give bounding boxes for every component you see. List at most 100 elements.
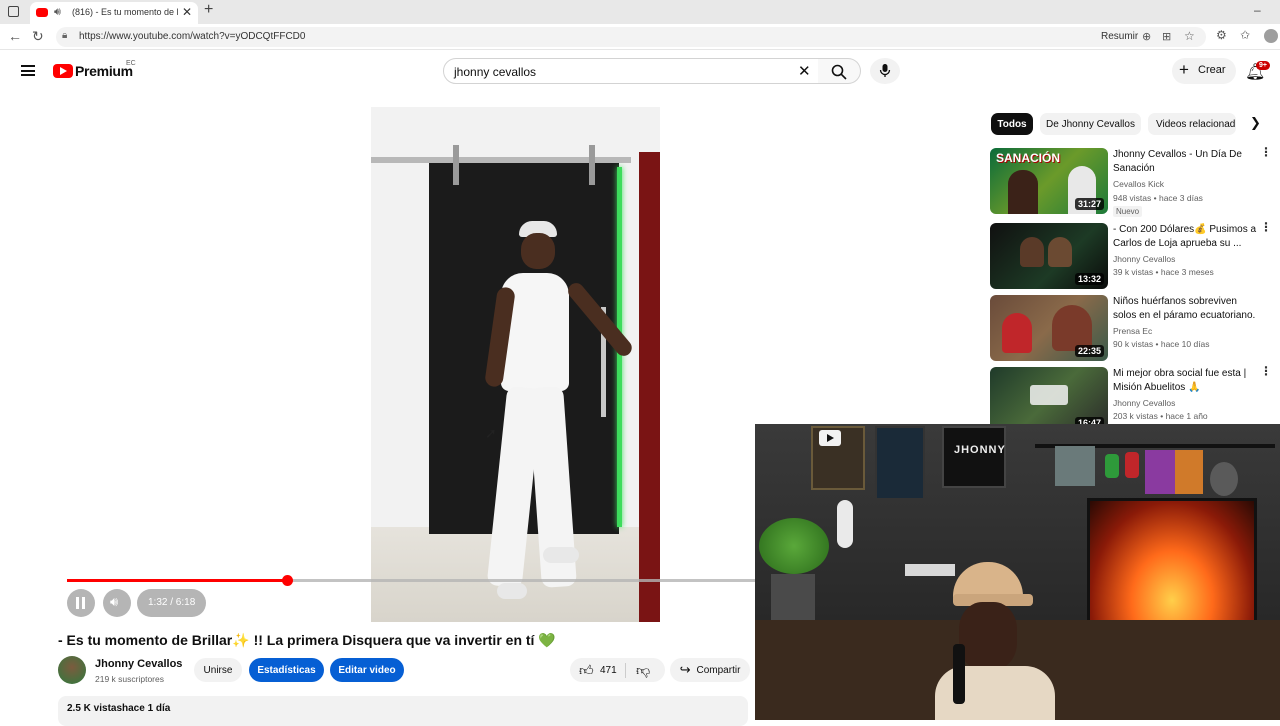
notification-count-badge: 9+ xyxy=(1256,61,1270,70)
hamburger-menu-icon[interactable] xyxy=(21,65,35,76)
apps-icon[interactable]: ⊞ xyxy=(1162,30,1171,43)
region-code: EC xyxy=(126,60,136,67)
video-thumbnail[interactable]: 22:35 xyxy=(990,295,1108,361)
recommendation-channel[interactable]: Jhonny Cevallos xyxy=(1113,254,1175,264)
description-box[interactable]: 2.5 K vistas hace 1 día xyxy=(58,696,748,726)
recommendation-meta: 90 k vistas • hace 10 días xyxy=(1113,339,1210,349)
thumbnail-title: SANACIÓN xyxy=(996,151,1061,165)
video-duration: 13:32 xyxy=(1074,273,1104,285)
recommendation-item[interactable]: 22:35 Niños huérfanos sobreviven solos e… xyxy=(990,295,1280,363)
recommendation-item[interactable]: 13:32 - Con 200 Dólares💰 Pusimos a Carlo… xyxy=(990,221,1280,291)
video-thumbnail[interactable]: SANACIÓN 31:27 xyxy=(990,148,1108,214)
create-button[interactable]: + Crear xyxy=(1172,58,1236,84)
recommendation-channel[interactable]: Prensa Ec xyxy=(1113,326,1152,336)
recommendation-title[interactable]: - Con 200 Dólares💰 Pusimos a Carlos de L… xyxy=(1113,223,1263,251)
video-thumbnail[interactable]: 13:32 xyxy=(990,223,1108,289)
recommendation-title[interactable]: Mi mejor obra social fue esta | Misión A… xyxy=(1113,367,1263,395)
channel-avatar[interactable] xyxy=(58,656,86,684)
progress-fill xyxy=(67,579,287,582)
name-sign: JHONNY xyxy=(942,426,1006,488)
chip-related[interactable]: Videos relacionad xyxy=(1148,113,1236,135)
new-tab-icon[interactable]: + xyxy=(204,1,213,19)
streamer-figure xyxy=(935,562,1055,720)
url-field[interactable]: 🔒︎ https://www.youtube.com/watch?v=yODCQ… xyxy=(56,27,1206,47)
browser-tab[interactable]: 🔊︎ (816) - Es tu momento de Br ✕ xyxy=(30,2,198,24)
tab-close-icon[interactable]: ✕ xyxy=(182,5,192,19)
wall-frame xyxy=(875,426,925,500)
recommendation-title[interactable]: Niños huérfanos sobreviven solos en el p… xyxy=(1113,295,1263,323)
plus-icon: + xyxy=(1179,60,1189,79)
more-options-icon[interactable]: ⋮ xyxy=(1260,146,1272,158)
translate-icon[interactable]: ⊕ xyxy=(1142,30,1151,43)
video-title: - Es tu momento de Brillar✨ !! La primer… xyxy=(58,632,556,648)
like-count[interactable]: 471 xyxy=(600,665,617,676)
time-display: 1:32 / 6:18 xyxy=(137,589,206,617)
share-button[interactable]: ↪ Compartir xyxy=(670,658,750,682)
profile-avatar[interactable] xyxy=(1264,29,1278,43)
volume-button[interactable]: 🔊︎ xyxy=(103,589,131,617)
browser-tab-bar: 🔊︎ (816) - Es tu momento de Br ✕ + – xyxy=(0,0,1280,24)
join-button[interactable]: Unirse xyxy=(194,658,242,682)
more-options-icon[interactable]: ⋮ xyxy=(1260,221,1272,233)
speaker-icon[interactable]: 🔊︎ xyxy=(54,6,61,19)
person-figure xyxy=(435,215,635,622)
video-duration: 22:35 xyxy=(1074,345,1104,357)
favorite-star-icon[interactable]: ☆ xyxy=(1184,29,1195,43)
back-icon[interactable]: ← xyxy=(8,28,22,44)
fireplace-screen xyxy=(1087,498,1257,628)
favorites-icon[interactable]: ✩ xyxy=(1240,28,1250,42)
microphone-icon xyxy=(879,64,891,77)
mouse-cursor-icon: ➚ xyxy=(485,425,497,441)
share-icon: ↪ xyxy=(679,662,691,677)
create-label: Crear xyxy=(1198,64,1226,76)
summarize-button[interactable]: Resumir xyxy=(1101,31,1138,42)
recommendation-title[interactable]: Jhonny Cevallos - Un Día De Sanación xyxy=(1113,148,1263,176)
reload-icon[interactable]: ↻ xyxy=(32,28,44,45)
search-query: jhonny cevallos xyxy=(454,65,537,79)
webcam-overlay: JHONNY xyxy=(755,424,1280,720)
extensions-icon[interactable]: ⚙ xyxy=(1216,28,1227,42)
youtube-logo-icon[interactable] xyxy=(53,64,73,78)
lock-icon: 🔒︎ xyxy=(62,30,68,41)
premium-logo-text[interactable]: Premium xyxy=(75,63,133,79)
recommendation-channel[interactable]: Cevallos Kick xyxy=(1113,179,1164,189)
search-icon xyxy=(831,64,847,80)
upload-date: hace 1 día xyxy=(122,703,171,714)
search-button[interactable] xyxy=(818,58,861,84)
pause-button[interactable] xyxy=(67,589,95,617)
channel-name[interactable]: Jhonny Cevallos xyxy=(95,658,182,670)
recommendation-meta: 203 k vistas • hace 1 año xyxy=(1113,411,1208,421)
minimize-icon[interactable]: – xyxy=(1254,3,1261,17)
youtube-favicon-icon xyxy=(36,8,48,17)
like-icon[interactable]: 👍︎ xyxy=(579,662,594,679)
address-bar-row: ← ↻ 🔒︎ https://www.youtube.com/watch?v=y… xyxy=(0,24,1280,50)
chip-all[interactable]: Todos xyxy=(991,113,1033,135)
chevron-right-icon[interactable]: ❯ xyxy=(1250,115,1261,131)
dislike-icon[interactable]: 👎︎ xyxy=(636,662,650,679)
chip-from-channel[interactable]: De Jhonny Cevallos xyxy=(1040,113,1141,135)
voice-search-button[interactable] xyxy=(870,58,900,84)
red-door xyxy=(639,152,660,622)
url-text: https://www.youtube.com/watch?v=yODCQtFF… xyxy=(79,31,306,42)
progress-scrubber[interactable] xyxy=(282,575,293,586)
view-count: 2.5 K vistas xyxy=(67,703,123,714)
tab-title: (816) - Es tu momento de Br xyxy=(72,7,178,17)
volume-icon: 🔊︎ xyxy=(110,594,119,609)
video-frame[interactable]: ➚ xyxy=(371,107,660,622)
more-options-icon[interactable]: ⋮ xyxy=(1260,365,1272,377)
clear-search-icon[interactable]: ✕ xyxy=(798,62,811,80)
search-input[interactable]: jhonny cevallos ✕ xyxy=(443,58,819,84)
pause-icon xyxy=(76,597,79,609)
recommendation-meta: 948 vistas • hace 3 días xyxy=(1113,193,1203,203)
video-player[interactable]: ➚ 🔊︎ 1:32 / 6:18 xyxy=(0,94,755,624)
statistics-button[interactable]: Estadísticas xyxy=(249,658,324,682)
edit-video-button[interactable]: Editar video xyxy=(330,658,404,682)
recommendation-channel[interactable]: Jhonny Cevallos xyxy=(1113,398,1175,408)
recommendation-meta: 39 k vistas • hace 3 meses xyxy=(1113,267,1214,277)
window-menu-icon[interactable] xyxy=(8,6,19,17)
youtube-header: Premium EC jhonny cevallos ✕ + Crear 🔔︎ … xyxy=(0,50,1280,94)
recommendation-item[interactable]: SANACIÓN 31:27 Jhonny Cevallos - Un Día … xyxy=(990,146,1280,217)
new-badge: Nuevo xyxy=(1113,206,1143,217)
subscriber-count: 219 k suscriptores xyxy=(95,674,164,684)
video-duration: 31:27 xyxy=(1074,198,1104,210)
